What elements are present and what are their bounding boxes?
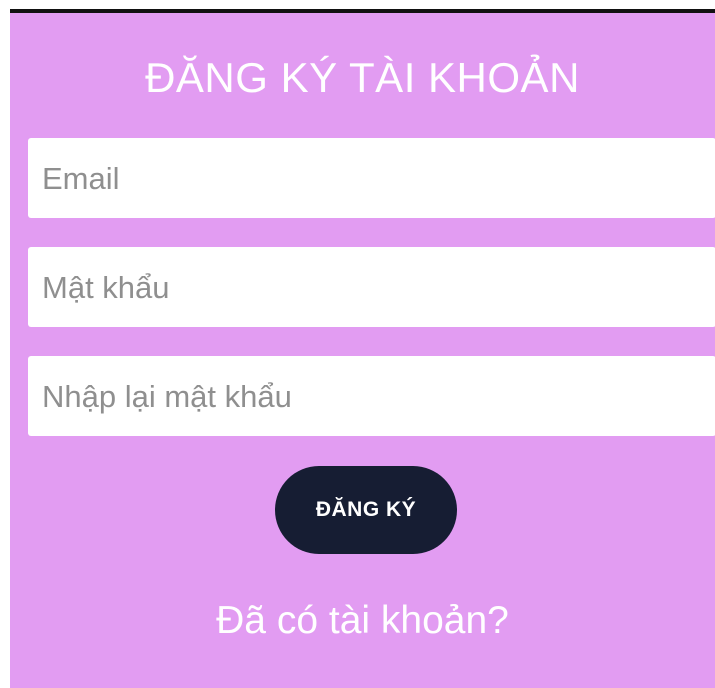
email-input[interactable] [40,138,715,220]
confirm-password-input[interactable] [40,356,715,438]
login-link[interactable]: Đã có tài khoản? [10,597,715,645]
register-screen: ĐĂNG KÝ TÀI KHOẢN ĐĂNG KÝ Đã có tài khoả… [10,13,715,688]
page-title: ĐĂNG KÝ TÀI KHOẢN [145,54,580,101]
password-input[interactable] [40,247,715,329]
password-field[interactable] [28,247,715,329]
top-edge [0,0,715,14]
confirm-password-field[interactable] [28,356,715,438]
email-field[interactable] [28,138,715,220]
register-button[interactable]: ĐĂNG KÝ [275,466,457,554]
